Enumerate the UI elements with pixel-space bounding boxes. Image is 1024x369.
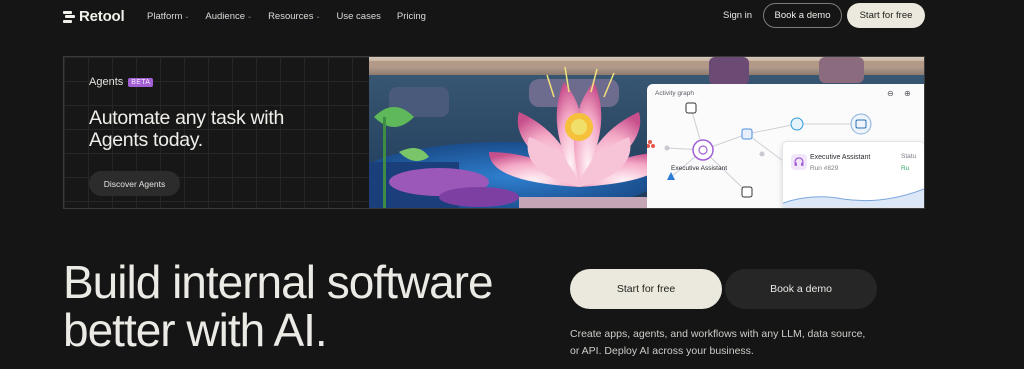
chevron-down-icon: ⌄ xyxy=(315,14,321,20)
nav-links: Platform ⌄ Audience ⌄ Resources ⌄ Use cases… xyxy=(147,11,426,22)
book-demo-button[interactable]: Book a demo xyxy=(763,3,842,28)
top-navigation: Retool Platform ⌄ Audience ⌄ Resources ⌄ Us… xyxy=(0,0,1024,32)
start-free-button[interactable]: Start for free xyxy=(847,3,925,28)
nav-item-audience[interactable]: Audience ⌄ xyxy=(205,11,252,22)
nav-item-use-cases[interactable]: Use cases xyxy=(337,11,381,22)
hero-description: Create apps, agents, and workflows with … xyxy=(570,328,866,357)
chevron-down-icon: ⌄ xyxy=(247,14,253,20)
run-status-card[interactable]: Executive Assistant Run #829 Statu Ru xyxy=(782,141,924,208)
agents-banner: Agents BETA Automate any task with Agent… xyxy=(63,56,925,209)
beta-badge: BETA xyxy=(128,77,154,87)
banner-illustration: Activity graph ⊖ ⊕ Executive Assistant E… xyxy=(369,57,924,208)
hero-start-free-button[interactable]: Start for free xyxy=(570,269,722,309)
run-card-number: Run #829 xyxy=(810,165,839,172)
sign-in-link[interactable]: Sign in xyxy=(723,10,752,21)
agents-label: Agents BETA xyxy=(89,76,154,88)
graph-node-label: Executive Assistant xyxy=(671,165,727,172)
nav-item-platform[interactable]: Platform ⌄ xyxy=(147,11,189,22)
nav-item-label: Platform xyxy=(147,11,183,22)
run-card-title: Executive Assistant xyxy=(810,154,871,161)
nav-item-resources[interactable]: Resources ⌄ xyxy=(268,11,320,22)
nav-item-label: Pricing xyxy=(396,11,426,22)
run-card-chart xyxy=(783,188,924,207)
banner-title: Automate any task with Agents today. xyxy=(89,107,284,151)
hero-book-demo-button[interactable]: Book a demo xyxy=(725,269,877,309)
nav-item-label: Use cases xyxy=(336,11,381,22)
nav-item-label: Resources xyxy=(268,11,314,22)
agents-label-text: Agents xyxy=(89,76,124,88)
banner-text-panel: Agents BETA Automate any task with Agent… xyxy=(64,57,369,208)
run-card-status-label: Statu xyxy=(901,153,917,160)
retool-logo[interactable]: Retool xyxy=(63,8,125,25)
chevron-down-icon: ⌄ xyxy=(184,14,190,20)
nav-item-label: Audience xyxy=(205,11,246,22)
retool-logo-icon xyxy=(63,10,75,23)
hero-title: Build internal software better with AI. xyxy=(63,256,494,356)
assistant-headset-icon xyxy=(791,154,807,170)
run-card-status-value: Ru xyxy=(901,165,910,172)
discover-agents-button[interactable]: Discover Agents xyxy=(89,171,180,196)
nav-item-pricing[interactable]: Pricing xyxy=(397,11,426,22)
brand-name: Retool xyxy=(79,8,125,25)
